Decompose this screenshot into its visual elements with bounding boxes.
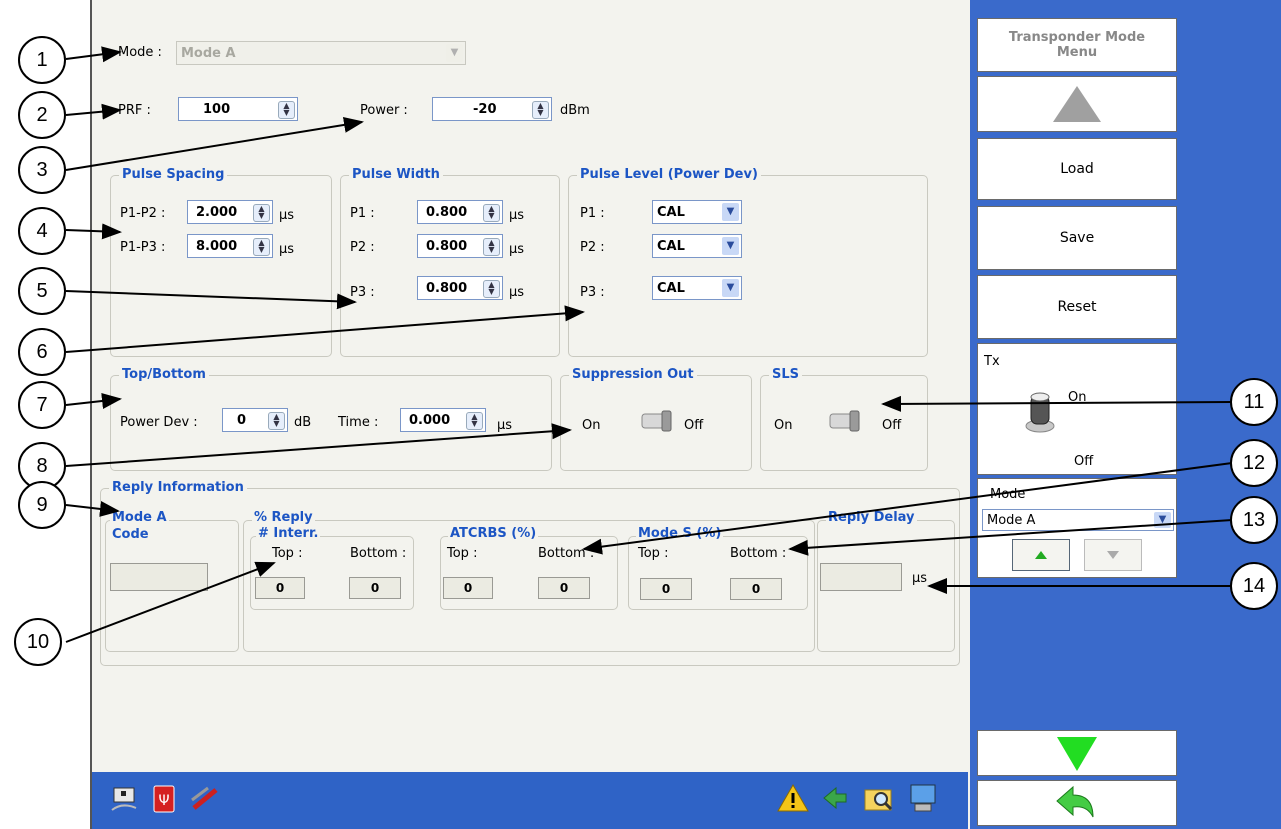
callout-6: 6 (18, 328, 66, 376)
callout-14: 14 (1230, 562, 1278, 610)
callout-9: 9 (18, 481, 66, 529)
callout-4: 4 (18, 207, 66, 255)
callout-3: 3 (18, 146, 66, 194)
callout-13: 13 (1230, 496, 1278, 544)
callout-12: 12 (1230, 439, 1278, 487)
callout-1: 1 (18, 36, 66, 84)
callout-7: 7 (18, 381, 66, 429)
callout-10: 10 (14, 618, 62, 666)
callout-2: 2 (18, 91, 66, 139)
callout-5: 5 (18, 267, 66, 315)
annotation-arrows (65, 46, 1233, 643)
callout-11: 11 (1230, 378, 1278, 426)
